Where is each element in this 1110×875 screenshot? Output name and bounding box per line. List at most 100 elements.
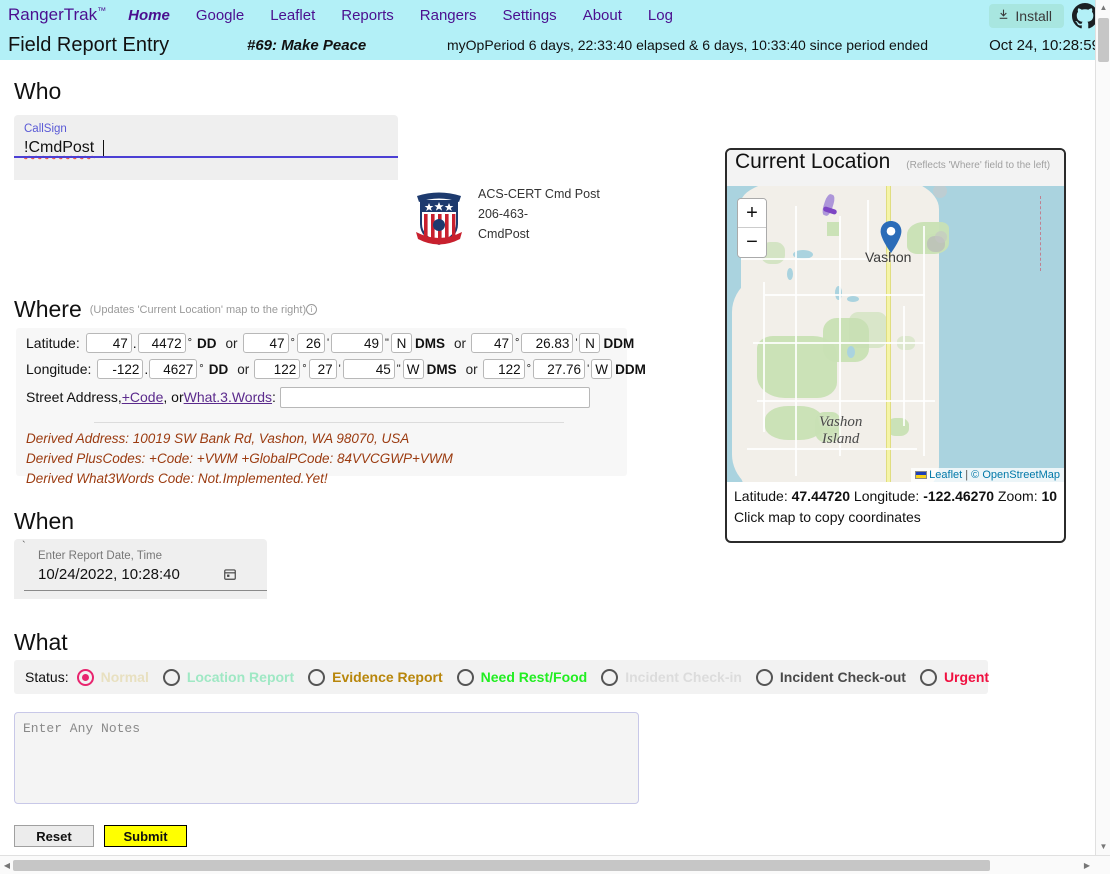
- radio-icon-incident-check-out[interactable]: [756, 669, 773, 686]
- status-label-evidence-report: Evidence Report: [332, 669, 442, 685]
- status-label-incident-check-out: Incident Check-out: [780, 669, 906, 685]
- report-datetime-field[interactable]: ` Enter Report Date, Time 10/24/2022, 10…: [14, 539, 267, 599]
- street-address-input[interactable]: [280, 387, 590, 408]
- or-separator-3: or: [232, 362, 254, 377]
- map-urban-area: [933, 186, 947, 198]
- horizontal-scroll-thumb[interactable]: [13, 860, 990, 871]
- leaflet-map[interactable]: + − Vashon Vashon Island Leaflet | © Ope…: [727, 186, 1064, 482]
- what3words-link[interactable]: What.3.Words: [184, 389, 272, 405]
- where-panel: Latitude: . ° DD or ° ' " DMS or ° ' DDM…: [16, 328, 627, 476]
- nav-item-settings[interactable]: Settings: [502, 7, 556, 24]
- nav-item-log[interactable]: Log: [648, 7, 673, 24]
- status-option-location-report[interactable]: Location Report: [163, 669, 294, 686]
- nav-item-about[interactable]: About: [583, 7, 622, 24]
- vertical-scroll-thumb[interactable]: [1098, 18, 1109, 62]
- acs-cert-shield-logo: [408, 182, 470, 252]
- longitude-ddm-min-input[interactable]: [533, 359, 585, 379]
- latitude-ddm-hemisphere-input[interactable]: [579, 333, 600, 353]
- derived-values: Derived Address: 10019 SW Bank Rd, Vasho…: [26, 429, 453, 489]
- datetime-underline: [24, 590, 267, 591]
- longitude-label: Longitude:: [26, 361, 97, 377]
- map-road: [765, 294, 925, 296]
- map-green-area: [827, 222, 839, 236]
- vertical-scrollbar[interactable]: ▲ ▼: [1095, 0, 1110, 855]
- scroll-up-arrow[interactable]: ▲: [1096, 0, 1110, 16]
- minute-symbol: ': [337, 363, 343, 375]
- callsign-field[interactable]: CallSign !CmdPost: [14, 115, 398, 180]
- latitude-ddm-deg-input[interactable]: [471, 333, 513, 353]
- brand-text: RangerTrak: [8, 5, 97, 24]
- latitude-dms-min-input[interactable]: [297, 333, 325, 353]
- longitude-ddm-deg-input[interactable]: [483, 359, 525, 379]
- section-heading-who: Who: [14, 78, 61, 105]
- address-label-prefix: Street Address,: [26, 389, 122, 405]
- radio-icon-need-rest-food[interactable]: [457, 669, 474, 686]
- latitude-dms-deg-input[interactable]: [243, 333, 289, 353]
- longitude-dms-min-input[interactable]: [309, 359, 337, 379]
- longitude-dms-hemisphere-input[interactable]: [403, 359, 424, 379]
- format-label-dd-lat: DD: [194, 336, 221, 351]
- latitude-dms-hemisphere-input[interactable]: [391, 333, 412, 353]
- zoom-out-button[interactable]: −: [738, 228, 766, 257]
- longitude-dd-whole-input[interactable]: [97, 359, 143, 379]
- info-icon[interactable]: i: [306, 304, 317, 315]
- nav-item-reports[interactable]: Reports: [341, 7, 394, 24]
- longitude-dms-deg-input[interactable]: [254, 359, 300, 379]
- map-location-marker[interactable]: [880, 221, 902, 253]
- scroll-left-arrow[interactable]: ◀: [0, 856, 14, 875]
- map-subtitle: (Reflects 'Where' field to the left): [906, 160, 1050, 171]
- latitude-dd-whole-input[interactable]: [86, 333, 132, 353]
- nav-item-leaflet[interactable]: Leaflet: [270, 7, 315, 24]
- map-road: [795, 206, 797, 476]
- status-option-evidence-report[interactable]: Evidence Report: [308, 669, 442, 686]
- latitude-ddm-min-input[interactable]: [521, 333, 573, 353]
- status-radio-group: Status: Normal Location Report Evidence …: [14, 660, 988, 694]
- status-option-urgent[interactable]: Urgent: [920, 669, 989, 686]
- status-option-incident-check-in[interactable]: Incident Check-in: [601, 669, 742, 686]
- leaflet-link[interactable]: Leaflet: [929, 469, 962, 481]
- scroll-down-arrow[interactable]: ▼: [1096, 839, 1110, 855]
- map-lat-label: Latitude:: [734, 488, 792, 504]
- clock-display: Oct 24, 10:28:59: [989, 37, 1100, 54]
- degree-symbol: °: [525, 363, 533, 375]
- latitude-dd-fraction-input[interactable]: [138, 333, 186, 353]
- attribution-separator: |: [962, 469, 971, 481]
- format-label-dms-lon: DMS: [424, 362, 461, 377]
- scroll-right-arrow[interactable]: ▶: [1080, 856, 1094, 875]
- radio-icon-evidence-report[interactable]: [308, 669, 325, 686]
- status-option-incident-check-out[interactable]: Incident Check-out: [756, 669, 906, 686]
- callsign-input[interactable]: !CmdPost: [24, 139, 94, 157]
- format-label-dms-lat: DMS: [412, 336, 449, 351]
- openstreetmap-link[interactable]: © OpenStreetMap: [971, 469, 1060, 481]
- map-label-island: Vashon Island: [819, 414, 862, 448]
- horizontal-scrollbar[interactable]: ◀ ▶: [0, 855, 1110, 874]
- nav-item-home[interactable]: Home: [128, 7, 170, 24]
- zoom-in-button[interactable]: +: [738, 199, 766, 228]
- radio-icon-urgent[interactable]: [920, 669, 937, 686]
- status-label-location-report: Location Report: [187, 669, 294, 685]
- radio-icon-incident-check-in[interactable]: [601, 669, 618, 686]
- status-option-need-rest-food[interactable]: Need Rest/Food: [457, 669, 588, 686]
- or-separator-2: or: [449, 336, 471, 351]
- latitude-dms-sec-input[interactable]: [331, 333, 383, 353]
- degree-symbol: °: [300, 363, 308, 375]
- radio-icon-normal[interactable]: [77, 669, 94, 686]
- or-separator-1: or: [221, 336, 243, 351]
- nav-item-rangers[interactable]: Rangers: [420, 7, 477, 24]
- notes-textarea[interactable]: [14, 712, 639, 804]
- calendar-icon[interactable]: [223, 567, 237, 586]
- longitude-ddm-hemisphere-input[interactable]: [591, 359, 612, 379]
- submit-button[interactable]: Submit: [104, 825, 187, 847]
- status-option-normal[interactable]: Normal: [77, 669, 149, 686]
- pluscode-link[interactable]: +Code: [122, 389, 164, 405]
- reset-button[interactable]: Reset: [14, 825, 94, 847]
- where-note: (Updates 'Current Location' map to the r…: [90, 304, 306, 316]
- radio-icon-location-report[interactable]: [163, 669, 180, 686]
- report-datetime-input[interactable]: 10/24/2022, 10:28:40: [38, 566, 180, 583]
- install-button[interactable]: Install: [989, 4, 1064, 28]
- download-icon: [997, 8, 1010, 24]
- longitude-dms-sec-input[interactable]: [343, 359, 395, 379]
- nav-item-google[interactable]: Google: [196, 7, 244, 24]
- callsign-label: CallSign: [24, 123, 67, 135]
- longitude-dd-fraction-input[interactable]: [149, 359, 197, 379]
